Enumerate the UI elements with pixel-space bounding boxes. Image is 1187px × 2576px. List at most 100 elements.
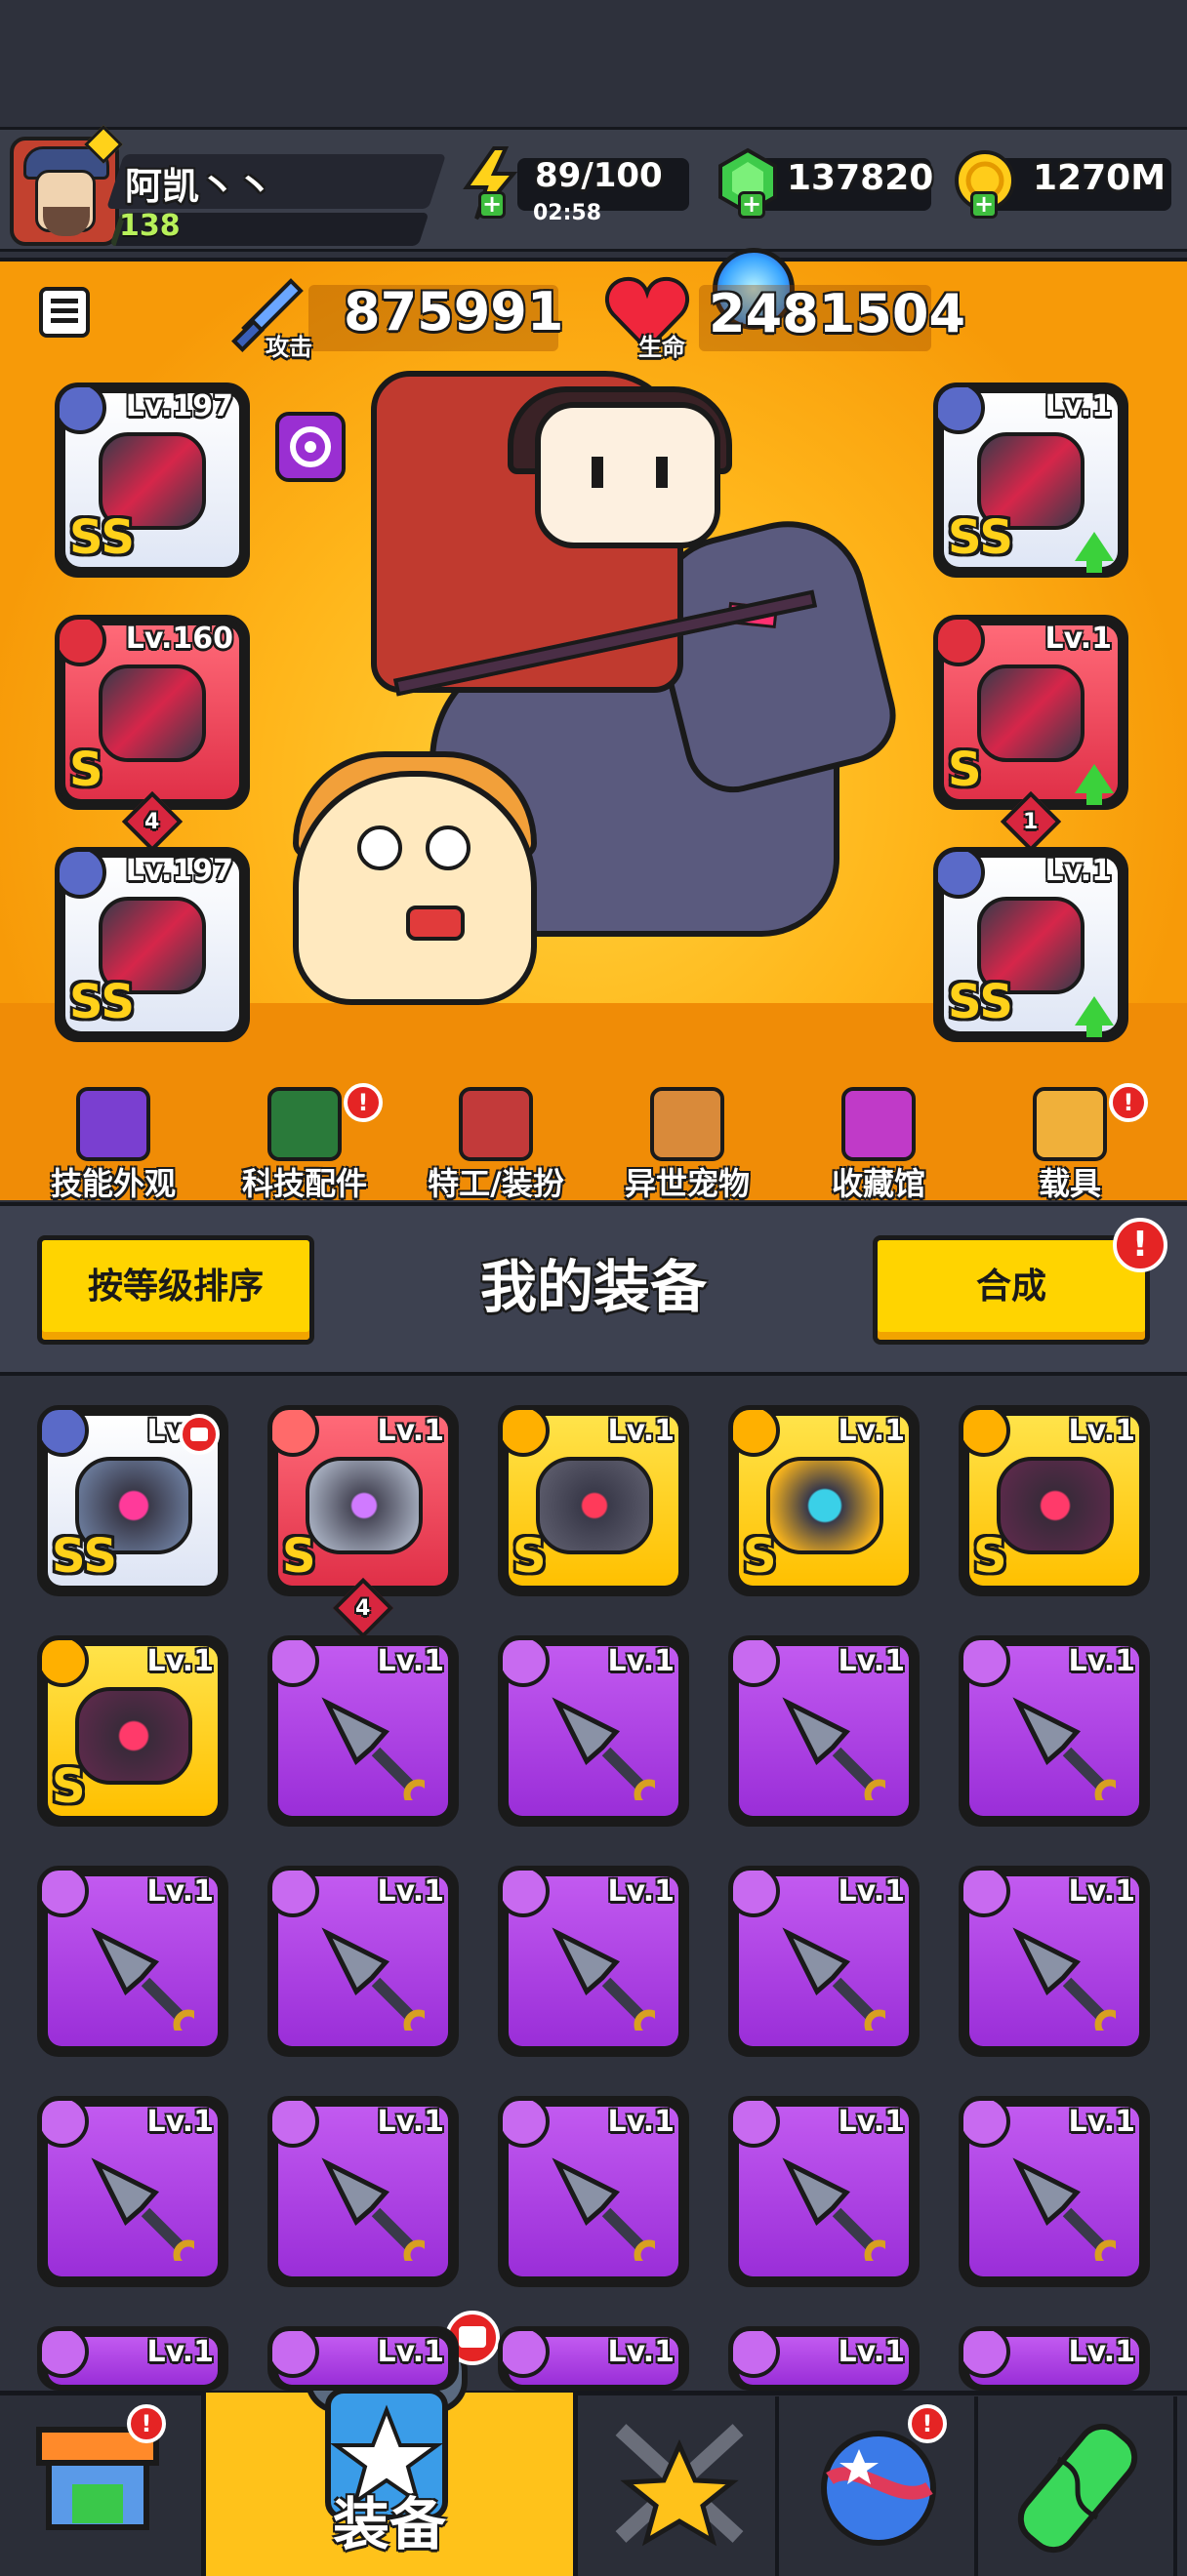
kunai-icon	[782, 1927, 885, 2031]
equipment-item[interactable]: Lv.1 S	[728, 1405, 920, 1596]
kunai-badge-icon	[503, 1640, 550, 1687]
tab-agent-outfit[interactable]: 特工/装扮	[408, 1087, 584, 1202]
gold-plus-button[interactable]: +	[970, 191, 998, 219]
nav-planet-tab[interactable]: !	[781, 2396, 978, 2576]
kunai-badge-icon	[503, 2331, 550, 2378]
kunai-badge-icon	[733, 2101, 780, 2148]
equipment-item[interactable]: Lv.1	[498, 2096, 689, 2287]
equipment-item[interactable]: Lv.1 S	[37, 1635, 228, 1827]
item-level: Lv.1	[607, 1644, 675, 1678]
equipment-item[interactable]: Lv.1	[267, 2096, 459, 2287]
equipment-item[interactable]: Lv.1	[728, 1866, 920, 2057]
nav-shop-tab[interactable]: !	[0, 2396, 197, 2576]
star-count: 4	[354, 1595, 371, 1621]
item-level: Lv.1	[146, 1874, 215, 1909]
player-name: 阿凯丶丶	[125, 165, 274, 208]
tab-skill-skin[interactable]: 技能外观	[25, 1087, 201, 1202]
gem-plus-button[interactable]: +	[738, 191, 765, 219]
equipment-item[interactable]: Lv.1	[498, 1635, 689, 1827]
slot-level: Lv.1	[1044, 389, 1113, 423]
tab-label: 科技配件	[241, 1165, 367, 1202]
kunai-badge-icon	[272, 1871, 319, 1917]
equipment-item[interactable]: Lv.1	[959, 2326, 1150, 2391]
rarity-badge: SS	[948, 975, 1013, 1029]
equipment-item[interactable]: Lv.1 S	[267, 1405, 459, 1596]
equipment-art	[766, 1457, 883, 1554]
nav-alert-badge: !	[127, 2404, 166, 2443]
equipment-item[interactable]: Lv.1 S	[498, 1405, 689, 1596]
kunai-icon	[91, 2157, 194, 2261]
kunai-icon	[91, 1927, 194, 2031]
tab-pet[interactable]: 异世宠物	[599, 1087, 775, 1202]
rarity-badge: S	[52, 1759, 86, 1814]
equipment-item[interactable]: Lv.1	[728, 2096, 920, 2287]
equipment-item[interactable]: Lv.1	[959, 2096, 1150, 2287]
equipment-art	[997, 1457, 1114, 1554]
equipped-slot-left[interactable]: Lv.160 S	[55, 615, 250, 810]
tab-alert-badge: !	[1109, 1083, 1148, 1122]
item-level: Lv.1	[377, 2335, 445, 2369]
equipped-slot-right[interactable]: Lv.1 SS	[933, 847, 1128, 1042]
equipment-item[interactable]: Lv.1 S	[959, 1405, 1150, 1596]
item-level: Lv.1	[146, 1644, 215, 1678]
equipment-art	[99, 664, 206, 762]
equipped-slot-right[interactable]: Lv.1 S	[933, 615, 1128, 810]
item-level: Lv.1	[377, 1874, 445, 1909]
kunai-icon	[782, 2157, 885, 2261]
equipment-item[interactable]: Lv.1	[37, 2096, 228, 2287]
merge-button[interactable]: 合成	[873, 1235, 1150, 1345]
pet-icon	[650, 1087, 724, 1161]
rarity-badge: SS	[69, 510, 135, 565]
kunai-icon	[1012, 1697, 1116, 1800]
item-level: Lv.1	[377, 1644, 445, 1678]
equipment-item[interactable]: Lv.1	[37, 2326, 228, 2391]
upgrade-arrow-stem	[1086, 559, 1102, 573]
menu-list-icon[interactable]	[39, 287, 90, 338]
equipment-item[interactable]: Lv.1	[959, 1866, 1150, 2057]
sort-by-level-button[interactable]: 按等级排序	[37, 1235, 314, 1345]
nav-battle-tab[interactable]	[582, 2396, 779, 2576]
tech-parts-icon	[267, 1087, 342, 1161]
kunai-badge-icon	[963, 1871, 1010, 1917]
tab-collection[interactable]: 收藏馆	[791, 1087, 966, 1202]
tab-vehicle[interactable]: 载具!	[982, 1083, 1158, 1202]
pet-eye	[357, 825, 402, 870]
player-level: 138	[119, 209, 181, 243]
dna-capsule-icon	[1017, 2423, 1138, 2554]
collection-icon	[841, 1087, 916, 1161]
equipped-slot-left[interactable]: Lv.197 SS	[55, 382, 250, 578]
item-level: Lv.1	[146, 2335, 215, 2369]
kunai-icon	[1012, 2157, 1116, 2261]
equipped-slot-left[interactable]: Lv.197 SS	[55, 847, 250, 1042]
item-level: Lv.1	[838, 2105, 906, 2139]
kunai-icon	[91, 2388, 97, 2391]
armor-badge-icon	[938, 387, 985, 434]
equipment-item[interactable]: Lv.1	[267, 2326, 459, 2391]
my-equipment-title: 我的装备	[479, 1254, 707, 1320]
nav-lab-tab[interactable]	[980, 2396, 1177, 2576]
pet-cat-body	[293, 771, 537, 1005]
equipment-item[interactable]: Lv.1	[267, 1635, 459, 1827]
equipment-item[interactable]: Lv.1	[498, 2326, 689, 2391]
attack-label: 攻击	[266, 334, 312, 361]
equipment-item[interactable]: Lv.1	[959, 1635, 1150, 1827]
item-level: Lv.1	[838, 1644, 906, 1678]
kunai-badge-icon	[42, 2331, 89, 2378]
equipment-item[interactable]: Lv.1	[728, 2326, 920, 2391]
item-alert-badge	[179, 1414, 220, 1455]
equipment-item[interactable]: Lv.1SS	[37, 1405, 228, 1596]
energy-plus-button[interactable]: +	[478, 191, 506, 219]
equipment-item[interactable]: Lv.1	[498, 1866, 689, 2057]
item-level: Lv.1	[607, 2105, 675, 2139]
upgrade-arrow-icon	[1075, 996, 1114, 1026]
tab-tech-parts[interactable]: 科技配件!	[217, 1083, 392, 1202]
kunai-icon	[782, 2388, 788, 2391]
upgrade-arrow-stem	[1086, 791, 1102, 805]
equipped-slot-right[interactable]: Lv.1 SS	[933, 382, 1128, 578]
target-icon[interactable]	[275, 412, 346, 482]
belt-badge-icon	[963, 1410, 1010, 1457]
kunai-badge-icon	[42, 1871, 89, 1917]
equipment-item[interactable]: Lv.1	[728, 1635, 920, 1827]
equipment-item[interactable]: Lv.1	[37, 1866, 228, 2057]
equipment-item[interactable]: Lv.1	[267, 1866, 459, 2057]
